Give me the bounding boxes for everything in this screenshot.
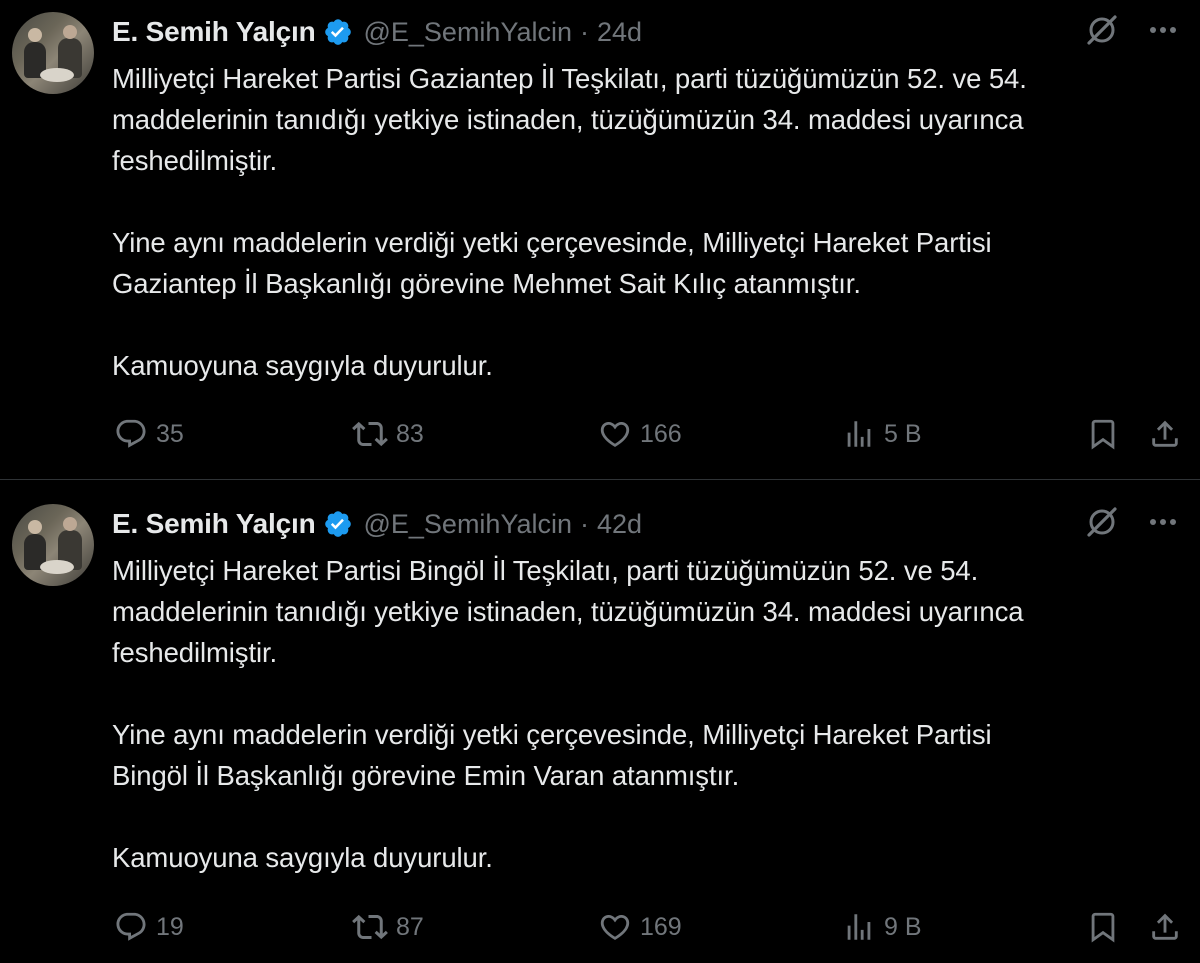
reply-icon bbox=[114, 417, 148, 451]
tweet-timestamp[interactable]: 24d bbox=[597, 17, 642, 48]
like-button[interactable]: 169 bbox=[598, 910, 682, 944]
like-button[interactable]: 166 bbox=[598, 417, 682, 451]
views-button[interactable]: 9 B bbox=[842, 910, 922, 944]
tweet[interactable]: E. Semih Yalçın @E_SemihYalcin · 42d Mil… bbox=[0, 480, 1200, 962]
retweet-icon bbox=[352, 416, 388, 452]
tweet-paragraph: Milliyetçi Hareket Partisi Gaziantep İl … bbox=[112, 63, 1027, 176]
separator-dot: · bbox=[579, 508, 589, 539]
like-count: 166 bbox=[640, 419, 682, 448]
retweet-button[interactable]: 87 bbox=[352, 909, 424, 945]
more-icon[interactable] bbox=[1146, 505, 1180, 544]
heart-icon bbox=[598, 417, 632, 451]
views-count: 9 B bbox=[884, 912, 922, 941]
tweet-text: Milliyetçi Hareket Partisi Bingöl İl Teş… bbox=[112, 550, 1192, 878]
grok-icon[interactable] bbox=[1084, 504, 1120, 545]
author-handle[interactable]: @E_SemihYalcin bbox=[363, 509, 572, 540]
tweet-header: E. Semih Yalçın @E_SemihYalcin · 24d bbox=[112, 12, 1180, 52]
views-count: 5 B bbox=[884, 419, 922, 448]
reply-icon bbox=[114, 910, 148, 944]
tweet-paragraph: Yine aynı maddelerin verdiği yetki çerçe… bbox=[112, 719, 992, 791]
share-icon bbox=[1148, 910, 1182, 944]
share-button[interactable] bbox=[1148, 910, 1182, 944]
more-icon[interactable] bbox=[1146, 13, 1180, 52]
verified-badge-icon[interactable] bbox=[323, 509, 353, 539]
heart-icon bbox=[598, 910, 632, 944]
like-count: 169 bbox=[640, 912, 682, 941]
tweet-paragraph: Yine aynı maddelerin verdiği yetki çerçe… bbox=[112, 227, 992, 299]
retweet-icon bbox=[352, 909, 388, 945]
tweet-paragraph: Kamuoyuna saygıyla duyurulur. bbox=[112, 350, 493, 381]
avatar[interactable] bbox=[12, 504, 94, 586]
tweet-paragraph: Kamuoyuna saygıyla duyurulur. bbox=[112, 842, 493, 873]
tweet-text: Milliyetçi Hareket Partisi Gaziantep İl … bbox=[112, 58, 1192, 386]
views-button[interactable]: 5 B bbox=[842, 417, 922, 451]
bookmark-icon bbox=[1086, 910, 1120, 944]
author-name[interactable]: E. Semih Yalçın bbox=[112, 508, 316, 540]
views-icon bbox=[842, 417, 876, 451]
bookmark-button[interactable] bbox=[1086, 417, 1120, 451]
tweet-timestamp[interactable]: 42d bbox=[597, 509, 642, 540]
verified-badge-icon[interactable] bbox=[323, 17, 353, 47]
grok-icon[interactable] bbox=[1084, 12, 1120, 53]
tweet-actions: 19 87 169 9 B bbox=[114, 907, 1180, 947]
retweet-count: 83 bbox=[396, 419, 424, 448]
share-icon bbox=[1148, 417, 1182, 451]
tweet-header: E. Semih Yalçın @E_SemihYalcin · 42d bbox=[112, 504, 1180, 544]
reply-count: 19 bbox=[156, 912, 184, 941]
tweet-actions: 35 83 166 5 B bbox=[114, 414, 1180, 454]
author-handle[interactable]: @E_SemihYalcin bbox=[363, 17, 572, 48]
bookmark-button[interactable] bbox=[1086, 910, 1120, 944]
tweet[interactable]: E. Semih Yalçın @E_SemihYalcin · 24d Mil… bbox=[0, 0, 1200, 480]
retweet-button[interactable]: 83 bbox=[352, 416, 424, 452]
tweet-paragraph: Milliyetçi Hareket Partisi Bingöl İl Teş… bbox=[112, 555, 1024, 668]
views-icon bbox=[842, 910, 876, 944]
retweet-count: 87 bbox=[396, 912, 424, 941]
share-button[interactable] bbox=[1148, 417, 1182, 451]
reply-count: 35 bbox=[156, 419, 184, 448]
reply-button[interactable]: 19 bbox=[114, 910, 184, 944]
reply-button[interactable]: 35 bbox=[114, 417, 184, 451]
separator-dot: · bbox=[579, 16, 589, 47]
avatar[interactable] bbox=[12, 12, 94, 94]
author-name[interactable]: E. Semih Yalçın bbox=[112, 16, 316, 48]
bookmark-icon bbox=[1086, 417, 1120, 451]
